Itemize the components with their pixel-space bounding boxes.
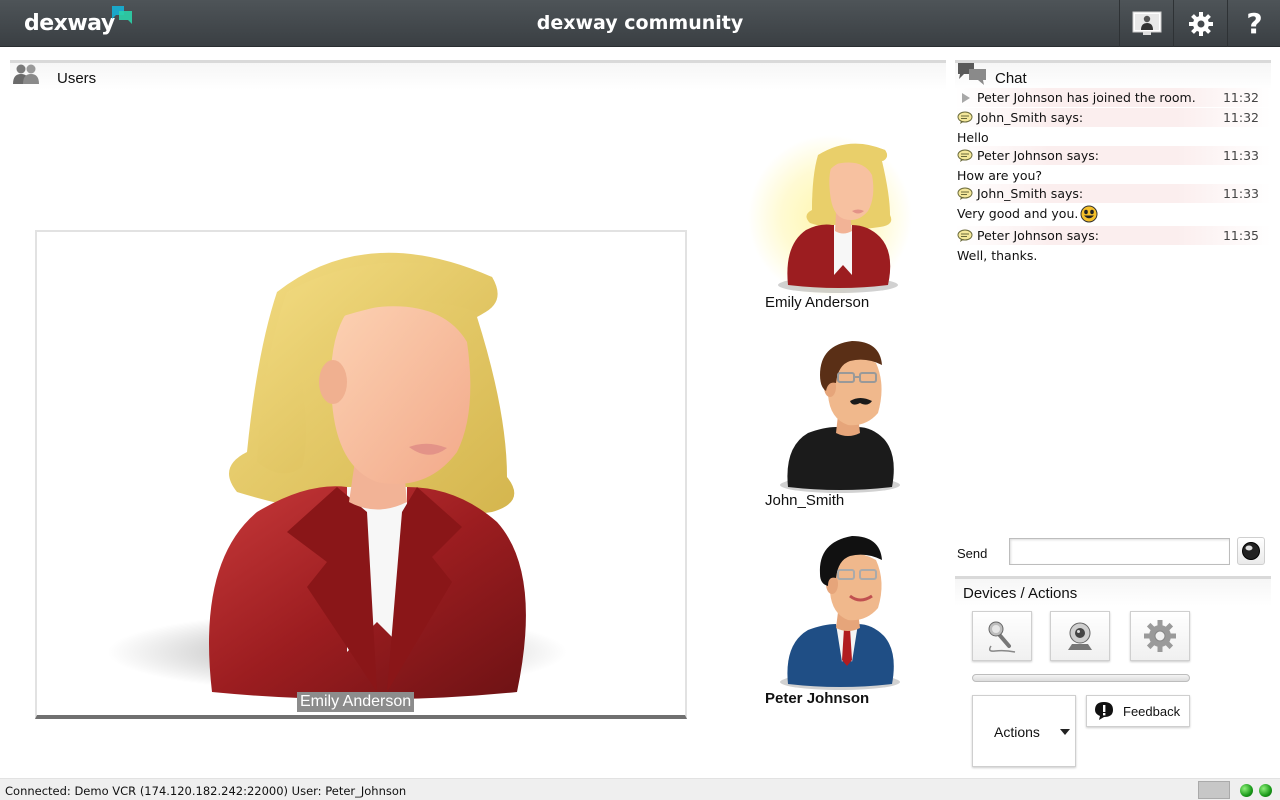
chat-message-text: Very good and you.	[957, 206, 1079, 221]
volume-slider[interactable]	[972, 674, 1190, 682]
chat-message-text: Peter Johnson says:	[977, 148, 1100, 163]
chat-panel-title: Chat	[995, 70, 1027, 87]
chat-panel-header: Chat	[955, 60, 1271, 90]
emoticon-button[interactable]	[1237, 537, 1265, 565]
chat-says-row: John_Smith says: 11:32	[955, 108, 1271, 127]
user-tile-peter-johnson[interactable]: Peter Johnson	[740, 532, 920, 712]
emoticon-picker-icon	[1242, 542, 1260, 560]
chat-says-row: Peter Johnson says: 11:33	[955, 146, 1271, 165]
feedback-label: Feedback	[1123, 704, 1181, 719]
top-bar: dexway dexway community ?	[0, 0, 1280, 47]
main-video-stage[interactable]	[35, 230, 687, 719]
chat-message-text: Well, thanks.	[957, 248, 1038, 263]
chat-says-row: John_Smith says: 11:33	[955, 184, 1271, 203]
peter-avatar-icon	[780, 536, 900, 690]
chat-timestamp: 11:33	[1222, 186, 1259, 201]
status-indicator-box	[1198, 781, 1230, 799]
chat-message-text: John_Smith says:	[977, 186, 1084, 201]
emily-avatar-large-icon	[107, 252, 567, 700]
user-name: Peter Johnson	[765, 690, 870, 707]
chat-bubbles-icon	[958, 63, 986, 85]
users-icon	[13, 64, 39, 84]
device-settings-button[interactable]	[1130, 611, 1190, 661]
webcam-icon	[1068, 622, 1092, 650]
logo-text: dexway	[24, 11, 115, 36]
speech-bubble-icon	[957, 187, 973, 200]
john-avatar-icon	[780, 341, 900, 493]
user-name: John_Smith	[765, 492, 845, 509]
connection-status-text: Connected: Demo VCR (174.120.182.242:220…	[5, 784, 407, 798]
chat-event-row: Peter Johnson has joined the room. 11:32	[955, 88, 1271, 107]
speech-bubble-icon	[957, 111, 973, 124]
gear-icon	[1188, 11, 1213, 36]
chat-body-row: How are you?	[955, 166, 1271, 185]
user-tile-john-smith[interactable]: John_Smith	[740, 335, 920, 515]
users-panel-header: Users	[10, 60, 946, 90]
chat-message-text: John_Smith says:	[977, 110, 1084, 125]
monitor-user-button[interactable]	[1119, 0, 1173, 47]
chat-message-text: Peter Johnson has joined the room.	[977, 90, 1196, 105]
help-button[interactable]: ?	[1227, 0, 1280, 47]
chat-message-text: Hello	[957, 130, 989, 145]
gear-icon	[1144, 620, 1176, 652]
main-video-name-label: Emily Anderson	[297, 692, 415, 712]
status-bar: Connected: Demo VCR (174.120.182.242:220…	[0, 778, 1280, 800]
exclamation-bubble-icon	[1095, 702, 1113, 720]
chat-timestamp: 11:32	[1222, 110, 1259, 125]
actions-label: Actions	[994, 724, 1040, 740]
app-logo: dexway	[24, 11, 115, 36]
connection-led-icon	[1240, 784, 1253, 797]
chat-body-row: Well, thanks.	[955, 246, 1271, 265]
speech-bubble-icon	[957, 149, 973, 162]
settings-button[interactable]	[1173, 0, 1227, 47]
emily-avatar-icon	[748, 135, 912, 295]
speech-bubble-icon	[957, 229, 973, 242]
monitor-user-icon	[1132, 11, 1161, 35]
user-tile-emily-anderson[interactable]: Emily Anderson	[740, 135, 920, 315]
logo-mark-icon	[112, 6, 132, 24]
chat-body-row: Very good and you.	[955, 204, 1271, 223]
chat-body-row: Hello	[955, 128, 1271, 147]
chat-message-text: How are you?	[957, 168, 1043, 183]
connection-led-icon	[1259, 784, 1272, 797]
users-panel-title: Users	[57, 70, 97, 87]
send-label: Send	[957, 546, 988, 561]
webcam-button[interactable]	[1050, 611, 1110, 661]
chat-message-input[interactable]	[1009, 538, 1230, 565]
app-title: dexway community	[536, 12, 744, 34]
caret-down-icon	[1060, 729, 1070, 735]
feedback-button[interactable]: Feedback	[1086, 695, 1190, 727]
help-icon: ?	[1246, 7, 1263, 40]
chat-says-row: Peter Johnson says: 11:35	[955, 226, 1271, 245]
play-arrow-icon	[962, 93, 970, 103]
smiley-icon	[1080, 205, 1098, 223]
chat-timestamp: 11:32	[1222, 90, 1259, 105]
microphone-button[interactable]	[972, 611, 1032, 661]
microphone-icon	[988, 621, 1016, 653]
actions-dropdown-button[interactable]: Actions	[972, 695, 1076, 767]
chat-timestamp: 11:35	[1222, 228, 1259, 243]
chat-message-text: Peter Johnson says:	[977, 228, 1100, 243]
chat-timestamp: 11:33	[1222, 148, 1259, 163]
devices-panel-title: Devices / Actions	[963, 585, 1078, 602]
user-name: Emily Anderson	[765, 294, 870, 311]
